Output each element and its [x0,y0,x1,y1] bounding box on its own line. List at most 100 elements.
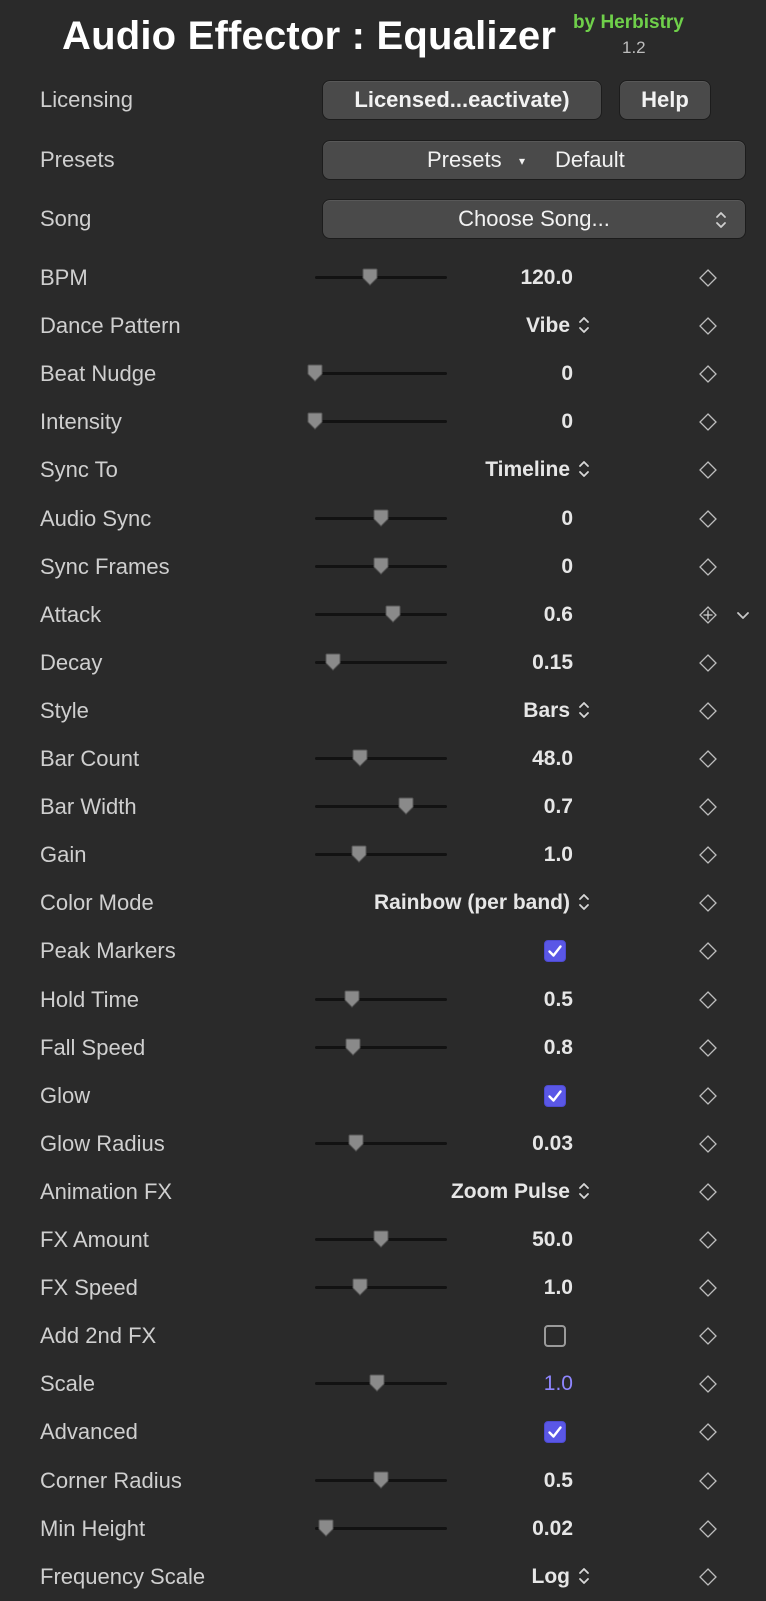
fall-speed-value[interactable]: 0.8 [544,1024,573,1072]
slider-thumb[interactable] [307,364,323,382]
slider-thumb[interactable] [373,1230,389,1248]
keyframe-diamond-icon[interactable] [699,942,717,960]
keyframe-diamond-icon[interactable] [699,1183,717,1201]
license-button[interactable]: Licensed...eactivate) [322,80,602,120]
bar-count-value[interactable]: 48.0 [532,735,573,783]
slider-thumb[interactable] [385,605,401,623]
animation-fx-popup[interactable]: Zoom Pulse [451,1168,590,1216]
param-row-sync-frames: Sync Frames 0 [0,543,766,591]
fx-amount-value[interactable]: 50.0 [532,1216,573,1264]
bar-width-value[interactable]: 0.7 [544,783,573,831]
gain-value[interactable]: 1.0 [544,831,573,879]
bar-width-slider[interactable] [315,797,447,815]
scale-value[interactable]: 1.0 [544,1360,573,1408]
keyframe-diamond-icon[interactable] [699,1279,717,1297]
scale-slider[interactable] [315,1374,447,1392]
keyframe-add-icon[interactable] [699,606,717,624]
keyframe-diamond-icon[interactable] [699,1472,717,1490]
intensity-value[interactable]: 0 [561,398,573,446]
color-mode-popup[interactable]: Rainbow (per band) [374,879,590,927]
keyframe-diamond-icon[interactable] [699,1135,717,1153]
preset-value: Default [555,147,625,172]
audio-sync-value[interactable]: 0 [561,495,573,543]
corner-radius-slider[interactable] [315,1471,447,1489]
fx-amount-slider[interactable] [315,1230,447,1248]
fx-speed-value[interactable]: 1.0 [544,1264,573,1312]
slider-thumb[interactable] [373,1471,389,1489]
intensity-slider[interactable] [307,412,447,430]
chevron-down-icon[interactable] [736,608,750,622]
min-height-slider[interactable] [315,1519,447,1537]
bpm-value[interactable]: 120.0 [520,254,573,302]
presets-button[interactable]: Presets ▾ Default [322,140,746,180]
up-down-chevron-icon [579,1183,589,1199]
corner-radius-value[interactable]: 0.5 [544,1457,573,1505]
keyframe-diamond-icon[interactable] [699,654,717,672]
audio-sync-slider[interactable] [315,509,447,527]
style-popup[interactable]: Bars [523,687,590,735]
slider-thumb[interactable] [369,1374,385,1392]
keyframe-diamond-icon[interactable] [699,558,717,576]
add-2nd-fx-checkbox[interactable] [544,1325,566,1347]
keyframe-diamond-icon[interactable] [699,1375,717,1393]
beat-nudge-slider[interactable] [307,364,447,382]
keyframe-diamond-icon[interactable] [699,510,717,528]
gain-slider[interactable] [315,845,447,863]
slider-thumb[interactable] [344,990,360,1008]
keyframe-diamond-icon[interactable] [699,1231,717,1249]
hold-time-value[interactable]: 0.5 [544,976,573,1024]
glow-radius-value[interactable]: 0.03 [532,1120,573,1168]
dance-pattern-popup[interactable]: Vibe [526,302,590,350]
peak-markers-checkbox[interactable] [544,940,566,962]
slider-thumb[interactable] [351,845,367,863]
keyframe-diamond-icon[interactable] [699,750,717,768]
keyframe-diamond-icon[interactable] [699,846,717,864]
slider-thumb[interactable] [348,1134,364,1152]
keyframe-diamond-icon[interactable] [699,702,717,720]
keyframe-diamond-icon[interactable] [699,1087,717,1105]
choose-song-button[interactable]: Choose Song... [322,199,746,239]
slider-thumb[interactable] [373,509,389,527]
slider-thumb[interactable] [345,1038,361,1056]
decay-value[interactable]: 0.15 [532,639,573,687]
keyframe-diamond-icon[interactable] [699,1039,717,1057]
keyframe-diamond-icon[interactable] [699,894,717,912]
param-row-corner-radius: Corner Radius 0.5 [0,1457,766,1505]
fx-speed-slider[interactable] [315,1278,447,1296]
keyframe-diamond-icon[interactable] [699,1423,717,1441]
glow-checkbox[interactable] [544,1085,566,1107]
sync-frames-slider[interactable] [315,557,447,575]
keyframe-diamond-icon[interactable] [699,1520,717,1538]
attack-value[interactable]: 0.6 [544,591,573,639]
keyframe-diamond-icon[interactable] [699,317,717,335]
keyframe-diamond-icon[interactable] [699,269,717,287]
sync-to-popup[interactable]: Timeline [485,446,590,494]
keyframe-diamond-icon[interactable] [699,1568,717,1586]
fall-speed-slider[interactable] [315,1038,447,1056]
keyframe-diamond-icon[interactable] [699,798,717,816]
attack-slider[interactable] [315,605,447,623]
keyframe-diamond-icon[interactable] [699,365,717,383]
slider-thumb[interactable] [307,412,323,430]
slider-thumb[interactable] [373,557,389,575]
min-height-value[interactable]: 0.02 [532,1505,573,1553]
slider-thumb[interactable] [362,268,378,286]
hold-time-slider[interactable] [315,990,447,1008]
slider-thumb[interactable] [325,653,341,671]
sync-frames-value[interactable]: 0 [561,543,573,591]
glow-radius-slider[interactable] [315,1134,447,1152]
bar-count-slider[interactable] [315,749,447,767]
bpm-slider[interactable] [315,268,447,286]
keyframe-diamond-icon[interactable] [699,413,717,431]
advanced-checkbox[interactable] [544,1421,566,1443]
slider-thumb[interactable] [398,797,414,815]
help-button[interactable]: Help [619,80,711,120]
slider-thumb[interactable] [318,1519,334,1537]
slider-thumb[interactable] [352,749,368,767]
keyframe-diamond-icon[interactable] [699,991,717,1009]
beat-nudge-value[interactable]: 0 [561,350,573,398]
slider-thumb[interactable] [352,1278,368,1296]
keyframe-diamond-icon[interactable] [699,1327,717,1345]
keyframe-diamond-icon[interactable] [699,461,717,479]
decay-slider[interactable] [315,653,447,671]
